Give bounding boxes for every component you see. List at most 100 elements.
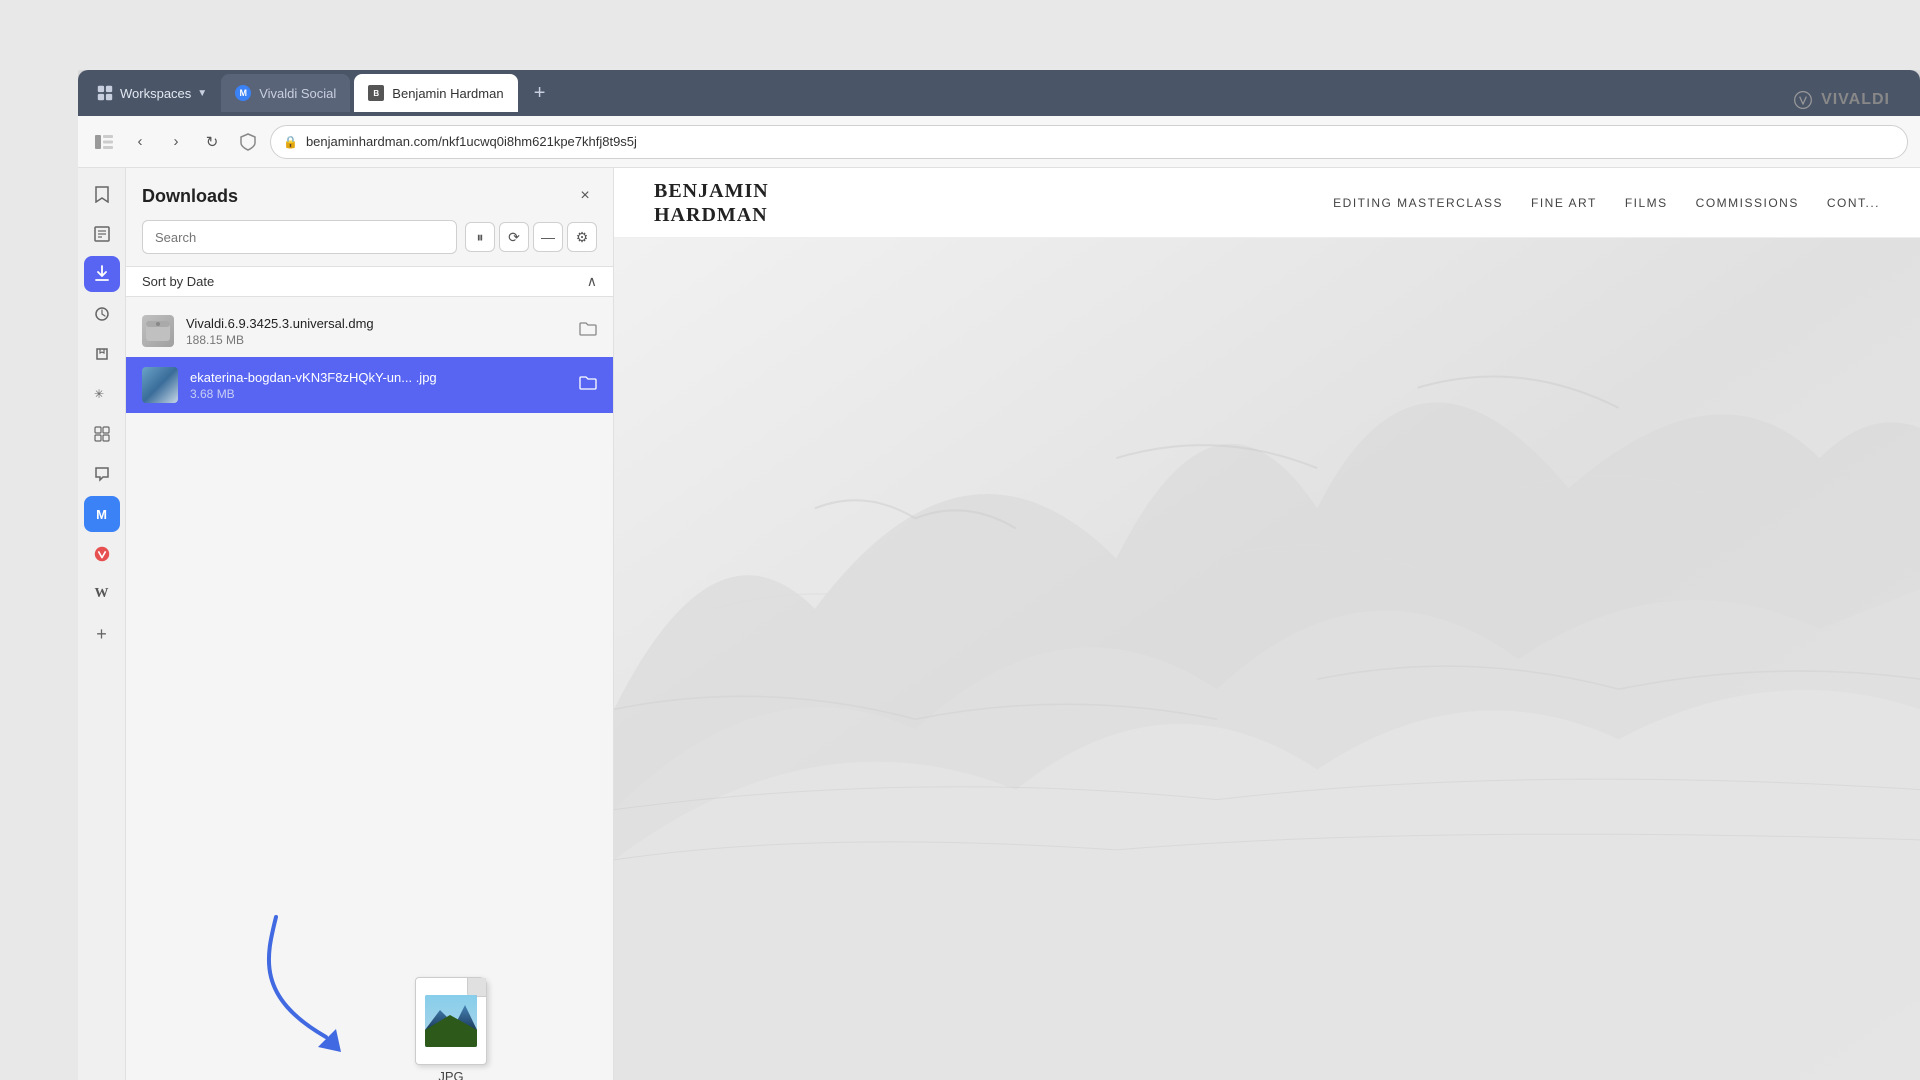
tab-benjamin-hardman[interactable]: B Benjamin Hardman xyxy=(354,74,517,112)
panel-close-button[interactable]: × xyxy=(573,184,597,208)
vivaldi-branding: VIVALDI xyxy=(1720,70,1920,130)
sidebar-vivaldi-button[interactable] xyxy=(84,536,120,572)
pause-downloads-button[interactable]: ⏸ xyxy=(465,222,495,252)
minus-icon: — xyxy=(541,229,555,245)
tab-bar: Workspaces ▼ M Vivaldi Social B Benjamin… xyxy=(78,70,1920,116)
workspaces-button[interactable]: Workspaces ▼ xyxy=(86,78,217,108)
sidebar-add-button[interactable]: + xyxy=(84,616,120,652)
jpg-folder-button[interactable] xyxy=(579,375,597,396)
back-icon: ‹ xyxy=(138,133,143,150)
nav-bar: ‹ › ↻ 🔒 benjaminhardman.com/nkf1ucwq0i8h… xyxy=(78,116,1920,168)
sidebar-chat-button[interactable] xyxy=(84,456,120,492)
new-tab-icon: + xyxy=(534,82,546,105)
downloads-icon xyxy=(94,265,110,283)
dmg-thumbnail xyxy=(142,315,174,347)
nav-films[interactable]: FILMS xyxy=(1625,196,1668,210)
vivaldi-brand-icon xyxy=(93,545,111,563)
downloads-panel: Downloads × ⏸ ⟳ — xyxy=(126,168,614,1080)
panel-search-row: ⏸ ⟳ — ⚙ xyxy=(126,220,613,266)
website-content: BENJAMIN HARDMAN EDITING MASTERCLASS FIN… xyxy=(614,168,1920,1080)
url-text: benjaminhardman.com/nkf1ucwq0i8hm621kpe7… xyxy=(306,134,637,149)
jpg-thumbnail xyxy=(142,367,178,403)
dmg-info: Vivaldi.6.9.3425.3.universal.dmg 188.15 … xyxy=(186,316,567,347)
drop-zone: JPG + xyxy=(126,697,613,1080)
wikipedia-icon: W xyxy=(95,586,109,602)
nav-editing-masterclass[interactable]: EDITING MASTERCLASS xyxy=(1333,196,1503,210)
folder-icon xyxy=(579,321,597,337)
history-downloads-button[interactable]: ⟳ xyxy=(499,222,529,252)
address-bar[interactable]: 🔒 benjaminhardman.com/nkf1ucwq0i8hm621kp… xyxy=(270,125,1908,159)
dmg-folder-button[interactable] xyxy=(579,321,597,342)
folder-icon xyxy=(579,375,597,391)
download-item-dmg[interactable]: Vivaldi.6.9.3425.3.universal.dmg 188.15 … xyxy=(126,305,613,357)
nav-fine-art[interactable]: FINE ART xyxy=(1531,196,1597,210)
panel-header: Downloads × xyxy=(126,168,613,220)
sidebar-history-button[interactable] xyxy=(84,296,120,332)
sidebar-icons: ✳ M xyxy=(78,168,126,1080)
sidebar-downloads-button[interactable] xyxy=(84,256,120,292)
workspaces-icon xyxy=(96,84,114,102)
nav-contact[interactable]: CONT... xyxy=(1827,196,1880,210)
settings-icon: ⚙ xyxy=(576,229,589,246)
sidebar-translate-button[interactable]: ✳ xyxy=(84,376,120,412)
nav-commissions[interactable]: COMMISSIONS xyxy=(1696,196,1799,210)
reload-icon: ↻ xyxy=(206,133,219,151)
downloads-search-input[interactable] xyxy=(142,220,457,254)
reader-icon xyxy=(94,226,110,242)
sidebar-mastodon-button[interactable]: M xyxy=(84,496,120,532)
sidebar-toggle-icon xyxy=(95,135,113,149)
sidebar-wikipedia-button[interactable]: W xyxy=(84,576,120,612)
jpg-file-label: JPG xyxy=(438,1069,463,1080)
back-button[interactable]: ‹ xyxy=(126,128,154,156)
shield-button[interactable] xyxy=(234,128,262,156)
site-nav: BENJAMIN HARDMAN EDITING MASTERCLASS FIN… xyxy=(614,168,1920,238)
workspaces-chevron-icon: ▼ xyxy=(197,88,207,99)
forward-button[interactable]: › xyxy=(162,128,190,156)
sidebar-reader-button[interactable] xyxy=(84,216,120,252)
history-icon: ⟳ xyxy=(508,229,520,246)
dmg-filename: Vivaldi.6.9.3425.3.universal.dmg xyxy=(186,316,567,331)
desktop-top-strip xyxy=(0,0,1920,70)
jpg-file-icon: JPG xyxy=(406,977,496,1080)
sidebar-windows-button[interactable] xyxy=(84,416,120,452)
browser-window: VIVALDI Workspaces ▼ M Vivaldi Social B xyxy=(78,70,1920,1080)
jpg-filename: ekaterina-bogdan-vKN3F8zHQkY-un... .jpg xyxy=(190,370,567,385)
lock-icon: 🔒 xyxy=(283,135,298,149)
sidebar-bookmarks-button[interactable] xyxy=(84,176,120,212)
bookmarks-icon xyxy=(94,185,110,203)
minus-downloads-button[interactable]: — xyxy=(533,222,563,252)
site-hero-image xyxy=(614,238,1920,1080)
mastodon-icon: M xyxy=(96,507,107,522)
download-list: Vivaldi.6.9.3425.3.universal.dmg 188.15 … xyxy=(126,297,613,697)
bh-tab-icon: B xyxy=(368,85,384,101)
tab-vivaldi-social-label: Vivaldi Social xyxy=(259,86,336,101)
sort-bar[interactable]: Sort by Date ∧ xyxy=(126,266,613,297)
hero-svg xyxy=(614,238,1920,1080)
windows-icon xyxy=(94,426,110,442)
dmg-icon xyxy=(144,317,172,345)
reload-button[interactable]: ↻ xyxy=(198,128,226,156)
preview-image xyxy=(425,995,477,1047)
main-area: ✳ M xyxy=(78,168,1920,1080)
panel-title: Downloads xyxy=(142,186,238,207)
desktop-left-strip xyxy=(0,0,78,1080)
vivaldi-text: VIVALDI xyxy=(1821,91,1890,109)
dmg-size: 188.15 MB xyxy=(186,333,567,347)
forward-icon: › xyxy=(174,133,179,150)
sort-chevron-icon: ∧ xyxy=(587,273,597,290)
add-panel-icon: + xyxy=(96,624,107,645)
tab-vivaldi-social[interactable]: M Vivaldi Social xyxy=(221,74,350,112)
new-tab-button[interactable]: + xyxy=(526,79,554,107)
site-logo-line1: BENJAMIN xyxy=(654,179,769,203)
pause-icon: ⏸ xyxy=(477,229,484,246)
sidebar-toggle-button[interactable] xyxy=(90,128,118,156)
notes-icon xyxy=(94,346,110,362)
panel-action-buttons: ⏸ ⟳ — ⚙ xyxy=(465,222,597,252)
jpg-info: ekaterina-bogdan-vKN3F8zHQkY-un... .jpg … xyxy=(190,370,567,401)
settings-downloads-button[interactable]: ⚙ xyxy=(567,222,597,252)
sidebar-notes-button[interactable] xyxy=(84,336,120,372)
mastodon-tab-icon: M xyxy=(235,85,251,101)
sort-label: Sort by Date xyxy=(142,274,214,289)
download-item-jpg[interactable]: ekaterina-bogdan-vKN3F8zHQkY-un... .jpg … xyxy=(126,357,613,413)
site-nav-links: EDITING MASTERCLASS FINE ART FILMS COMMI… xyxy=(1333,196,1880,210)
